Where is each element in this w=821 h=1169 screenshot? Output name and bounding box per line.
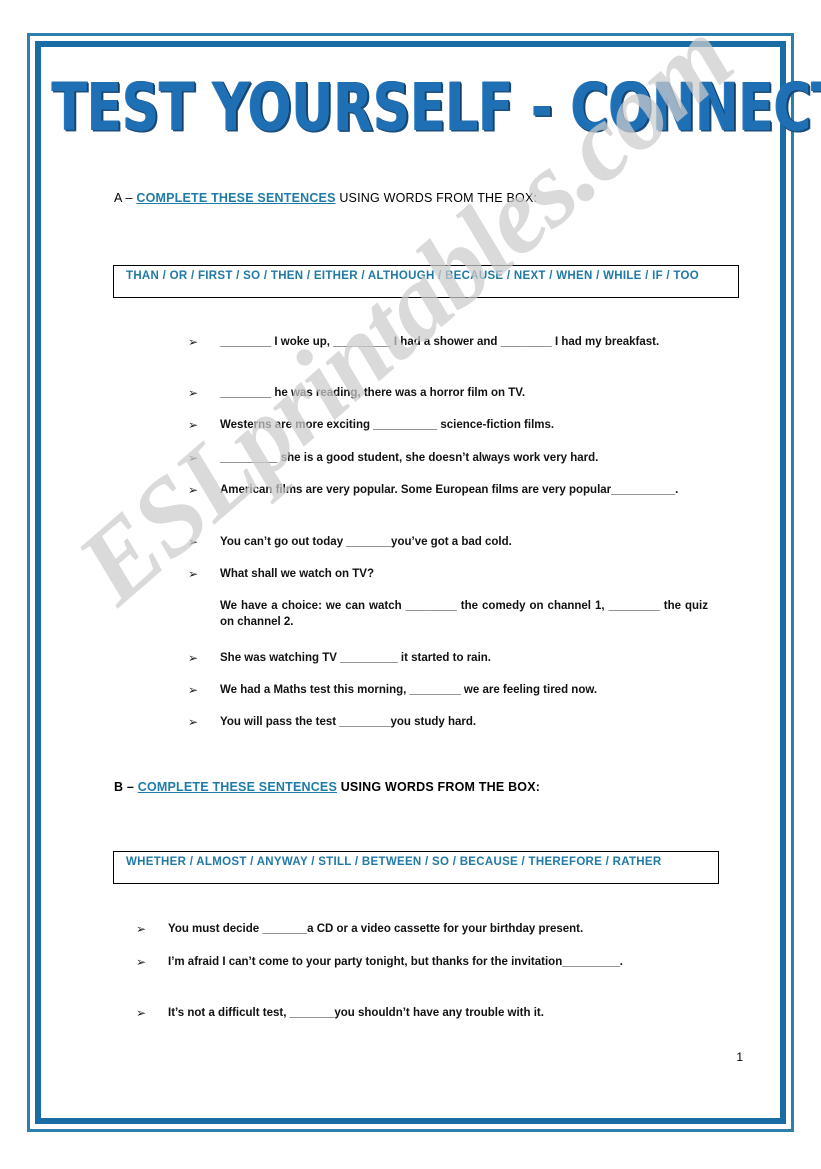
- arrow-bullet-icon: ➢: [188, 651, 199, 665]
- list-item: ➢ You must decide _______a CD or a video…: [136, 921, 696, 937]
- list-item: ➢ ________ he was reading, there was a h…: [188, 385, 696, 401]
- section-a-wordbox: THAN / OR / FIRST / SO / THEN / EITHER /…: [113, 265, 739, 298]
- list-item-text: Westerns are more exciting __________ sc…: [220, 419, 555, 431]
- list-item-text: ________ he was reading, there was a hor…: [220, 387, 526, 399]
- section-b-heading-emphasis: COMPLETE THESE SENTENCES: [137, 780, 338, 794]
- list-item: ➢ Westerns are more exciting __________ …: [188, 417, 696, 433]
- arrow-bullet-icon: ➢: [188, 418, 199, 432]
- worksheet-page: ESLprintables.com TEST YOURSELF - CONNEC…: [0, 0, 821, 1169]
- arrow-bullet-icon: ➢: [188, 483, 199, 497]
- section-a-heading-emphasis: COMPLETE THESE SENTENCES: [136, 191, 336, 205]
- section-a-heading: A – COMPLETE THESE SENTENCES USING WORDS…: [114, 191, 537, 205]
- list-item-text: American films are very popular. Some Eu…: [220, 484, 679, 496]
- list-item-text: She was watching TV _________ it started…: [220, 652, 491, 664]
- list-item-text: You can’t go out today _______you’ve got…: [220, 536, 512, 548]
- arrow-bullet-icon: ➢: [136, 955, 147, 969]
- list-item: ➢ ________ I woke up, _________ I had a …: [188, 334, 696, 350]
- arrow-bullet-icon: ➢: [136, 922, 147, 936]
- arrow-bullet-icon: ➢: [188, 335, 199, 349]
- list-item: ➢ I’m afraid I can’t come to your party …: [136, 954, 708, 970]
- list-item: ➢ She was watching TV _________ it start…: [188, 650, 696, 666]
- list-item: ➢ It’s not a difficult test, _______you …: [136, 1005, 696, 1021]
- section-a-wordbox-text: THAN / OR / FIRST / SO / THEN / EITHER /…: [126, 270, 700, 282]
- arrow-bullet-icon: ➢: [188, 567, 199, 581]
- page-title: TEST YOURSELF - CONNECTORS: [52, 70, 821, 147]
- arrow-bullet-icon: ➢: [188, 715, 199, 729]
- list-item-text: We had a Maths test this morning, ______…: [220, 684, 598, 696]
- arrow-bullet-icon: ➢: [188, 451, 199, 465]
- arrow-bullet-icon: ➢: [188, 535, 199, 549]
- list-item-text: ________ I woke up, _________ I had a sh…: [220, 336, 660, 348]
- arrow-bullet-icon: ➢: [136, 1006, 147, 1020]
- list-item-text: What shall we watch on TV?: [220, 568, 374, 580]
- section-b-wordbox-text: WHETHER / ALMOST / ANYWAY / STILL / BETW…: [126, 856, 662, 868]
- list-item-text: We have a choice: we can watch ________ …: [220, 600, 708, 629]
- section-a-heading-prefix: A –: [114, 191, 137, 205]
- list-item: ➢ _________ she is a good student, she d…: [188, 450, 696, 466]
- list-item: ➢ We had a Maths test this morning, ____…: [188, 682, 696, 698]
- worksheet-content: TEST YOURSELF - CONNECTORS A – COMPLETE …: [0, 0, 821, 1169]
- section-b-heading-suffix: USING WORDS FROM THE BOX:: [337, 780, 541, 794]
- list-item-text: _________ she is a good student, she doe…: [220, 452, 599, 464]
- section-b-wordbox: WHETHER / ALMOST / ANYWAY / STILL / BETW…: [113, 851, 719, 884]
- section-a-heading-suffix: USING WORDS FROM THE BOX:: [335, 191, 538, 205]
- list-item: ➢ What shall we watch on TV?: [188, 566, 696, 582]
- section-b-heading-prefix: B –: [114, 780, 138, 794]
- list-item: ➢ You can’t go out today _______you’ve g…: [188, 534, 696, 550]
- arrow-bullet-icon: ➢: [188, 386, 199, 400]
- list-item: ➢ American films are very popular. Some …: [188, 482, 708, 498]
- page-number: 1: [736, 1050, 743, 1064]
- list-item-text: It’s not a difficult test, _______you sh…: [168, 1007, 544, 1019]
- list-item-continuation: We have a choice: we can watch ________ …: [188, 598, 708, 631]
- list-item-text: You will pass the test ________you study…: [220, 716, 477, 728]
- list-item: ➢ You will pass the test ________you stu…: [188, 714, 696, 730]
- section-b-heading: B – COMPLETE THESE SENTENCES USING WORDS…: [114, 780, 540, 794]
- list-item-text: You must decide _______a CD or a video c…: [168, 923, 584, 935]
- arrow-bullet-icon: ➢: [188, 683, 199, 697]
- list-item-text: I’m afraid I can’t come to your party to…: [168, 956, 623, 968]
